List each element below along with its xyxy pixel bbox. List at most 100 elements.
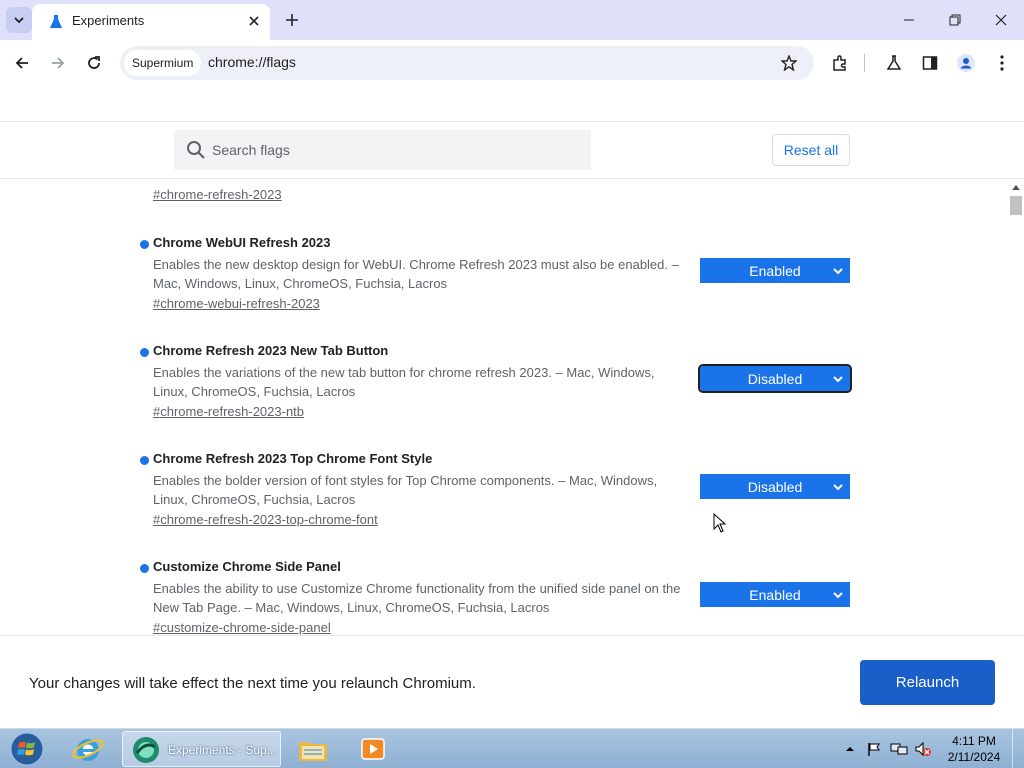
scrollbar-thumb[interactable]	[1010, 196, 1022, 215]
url-text[interactable]: chrome://flags	[208, 54, 296, 70]
modified-indicator	[140, 564, 149, 573]
windows-logo-icon	[10, 732, 44, 766]
avatar-icon	[957, 54, 975, 72]
labs-button[interactable]	[882, 51, 906, 75]
flag-description: Enables the ability to use Customize Chr…	[153, 581, 681, 615]
flag-name: Customize Chrome Side Panel	[153, 559, 341, 574]
address-bar[interactable]: Supermium chrome://flags	[120, 46, 814, 80]
system-clock[interactable]: 4:11 PM 2/11/2024	[944, 733, 1004, 765]
flag-select[interactable]: Disabled	[698, 364, 852, 393]
modified-indicator	[140, 456, 149, 465]
forward-button[interactable]	[46, 51, 70, 75]
restore-button[interactable]	[932, 0, 978, 40]
toolbar-divider	[864, 54, 865, 72]
flags-list: #chrome-refresh-2023 Chrome WebUI Refres…	[0, 179, 1008, 635]
flag-name: Chrome Refresh 2023 New Tab Button	[153, 343, 389, 358]
flag-link[interactable]: #chrome-refresh-2023-ntb	[153, 404, 304, 419]
reset-all-button[interactable]: Reset all	[772, 134, 850, 166]
taskbar-browser-label: Experiments - Sup...	[168, 743, 277, 757]
scroll-up-arrow-icon[interactable]	[1011, 183, 1021, 191]
flag-link[interactable]: #chrome-webui-refresh-2023	[153, 296, 320, 311]
clock-date: 2/11/2024	[947, 750, 1001, 764]
chevron-down-icon	[833, 268, 843, 275]
plus-icon	[286, 14, 298, 26]
side-panel-button[interactable]	[918, 51, 942, 75]
side-panel-icon	[922, 56, 938, 70]
scrollbar[interactable]	[1008, 179, 1024, 635]
reload-button[interactable]	[82, 51, 106, 75]
relaunch-message: Your changes will take effect the next t…	[29, 675, 476, 692]
more-vertical-icon	[1000, 55, 1004, 71]
relaunch-bar: Your changes will take effect the next t…	[0, 635, 1024, 728]
modified-indicator	[140, 240, 149, 249]
arrow-right-icon	[52, 57, 65, 69]
system-tray	[842, 729, 932, 768]
chevron-down-icon	[833, 484, 843, 491]
previous-flag-link[interactable]: #chrome-refresh-2023	[153, 187, 282, 202]
bookmark-star-icon[interactable]	[779, 53, 799, 73]
show-desktop-button[interactable]	[1012, 729, 1024, 768]
flask-icon	[886, 55, 902, 70]
taskbar-browser-active[interactable]: Experiments - Sup...	[122, 731, 281, 767]
chevron-down-icon	[14, 17, 24, 24]
taskbar-file-explorer[interactable]	[296, 731, 330, 767]
flag-item: Customize Chrome Side Panel Enables the …	[0, 557, 1008, 635]
restore-icon	[949, 14, 961, 26]
tab-experiments[interactable]: Experiments	[32, 4, 270, 40]
flag-name: Chrome Refresh 2023 Top Chrome Font Styl…	[153, 451, 433, 466]
flag-select[interactable]: Enabled	[700, 258, 850, 283]
back-button[interactable]	[10, 51, 34, 75]
close-icon[interactable]	[246, 13, 262, 29]
start-button[interactable]	[6, 730, 48, 768]
flag-name: Chrome WebUI Refresh 2023	[153, 235, 331, 250]
search-input[interactable]	[212, 130, 582, 170]
chevron-down-icon	[833, 592, 843, 599]
flags-header: Reset all	[0, 121, 1024, 179]
arrow-left-icon	[15, 57, 28, 69]
reload-icon	[88, 56, 100, 69]
menu-button[interactable]	[990, 51, 1014, 75]
flag-select-value: Enabled	[749, 586, 801, 603]
new-tab-button[interactable]	[282, 10, 302, 30]
flag-description: Enables the variations of the new tab bu…	[153, 365, 655, 399]
modified-indicator	[140, 348, 149, 357]
chevron-down-icon	[833, 376, 843, 383]
mouse-cursor-icon	[713, 513, 727, 533]
tray-expand-icon[interactable]	[842, 741, 858, 757]
flag-description: Enables the bolder version of font style…	[153, 473, 658, 507]
flask-icon	[50, 15, 62, 28]
close-window-button[interactable]	[978, 0, 1024, 40]
flag-select[interactable]: Enabled	[700, 582, 850, 607]
media-player-icon	[361, 738, 385, 760]
puzzle-icon	[833, 55, 846, 71]
volume-muted-icon[interactable]	[914, 741, 932, 757]
search-icon	[187, 141, 205, 159]
flag-select-value: Enabled	[749, 262, 801, 279]
taskbar: Experiments - Sup... 4:11 PM 2/11/2024	[0, 728, 1024, 768]
flag-link[interactable]: #chrome-refresh-2023-top-chrome-font	[153, 512, 378, 527]
site-info-chip[interactable]: Supermium	[124, 50, 202, 76]
flag-select[interactable]: Disabled	[700, 474, 850, 499]
clock-time: 4:11 PM	[952, 734, 996, 748]
relaunch-button[interactable]: Relaunch	[860, 660, 995, 705]
close-icon	[995, 14, 1007, 26]
extensions-button[interactable]	[828, 51, 852, 75]
tab-search-button[interactable]	[6, 7, 32, 33]
minimize-icon	[904, 19, 914, 21]
browser-toolbar: Supermium chrome://flags	[0, 40, 1024, 86]
profile-button[interactable]	[954, 51, 978, 75]
flag-description: Enables the new desktop design for WebUI…	[153, 257, 679, 291]
flag-select-value: Disabled	[747, 370, 803, 387]
flag-select-value: Disabled	[747, 478, 803, 495]
network-icon[interactable]	[890, 741, 908, 757]
flag-link[interactable]: #customize-chrome-side-panel	[153, 620, 331, 635]
folder-icon	[299, 742, 327, 761]
taskbar-internet-explorer[interactable]	[70, 731, 106, 767]
tab-strip: Experiments	[0, 0, 1024, 40]
flag-item: Chrome Refresh 2023 Top Chrome Font Styl…	[0, 449, 1008, 539]
flag-item: Chrome WebUI Refresh 2023 Enables the ne…	[0, 233, 1008, 323]
minimize-button[interactable]	[886, 0, 932, 40]
flag-icon[interactable]	[866, 741, 882, 757]
taskbar-media-player[interactable]	[358, 731, 388, 767]
tab-title: Experiments	[72, 13, 145, 28]
